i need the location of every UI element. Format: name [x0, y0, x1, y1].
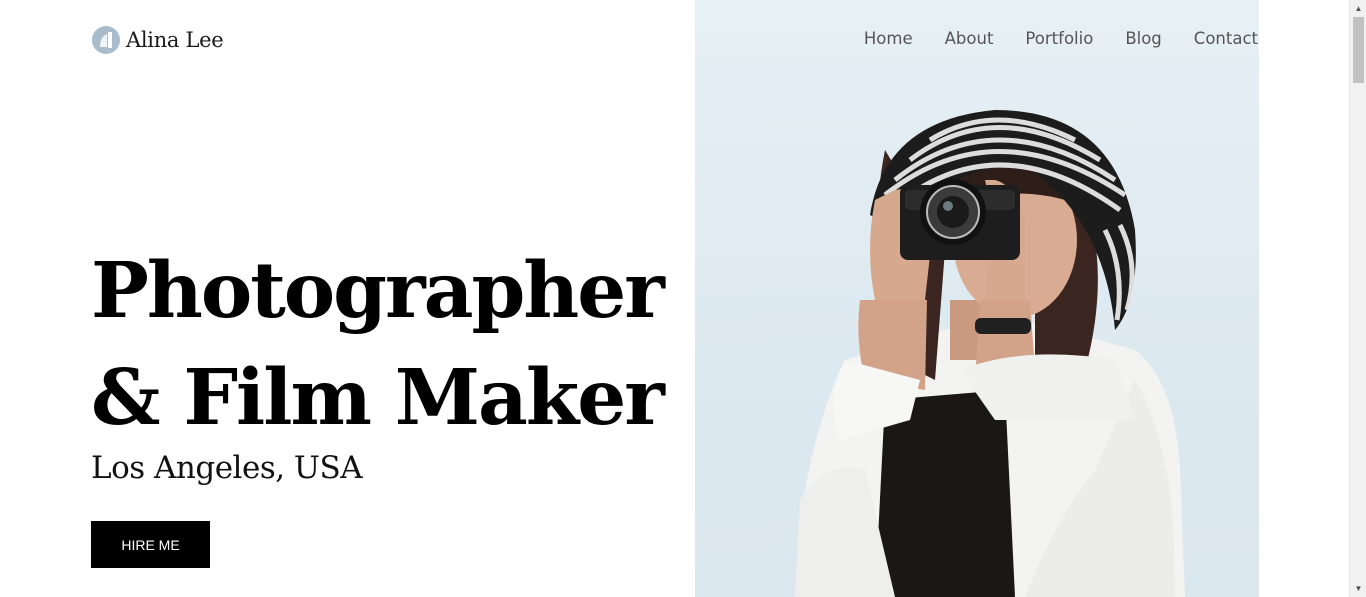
logo-text: Alina Lee	[126, 28, 224, 52]
nav-home-link[interactable]: Home	[864, 29, 913, 49]
headline-line-1: Photographer	[91, 246, 665, 336]
logo-mark-icon	[92, 26, 120, 54]
hero-location: Los Angeles, USA	[91, 450, 363, 486]
nav-portfolio-link[interactable]: Portfolio	[1025, 29, 1093, 49]
scroll-up-arrow-icon[interactable]: ▲	[1350, 0, 1366, 17]
hire-me-button[interactable]: HIRE ME	[91, 521, 210, 568]
nav-blog-link[interactable]: Blog	[1125, 29, 1161, 49]
nav-contact-link[interactable]: Contact	[1194, 29, 1258, 49]
scroll-down-arrow-icon[interactable]: ▼	[1350, 580, 1366, 597]
page-scrollbar[interactable]: ▲ ▼	[1349, 0, 1366, 597]
site-logo[interactable]: Alina Lee	[91, 25, 224, 55]
woman-with-camera-illustration	[795, 110, 1185, 597]
hero-headline: Photographer & Film Maker	[91, 238, 691, 452]
scroll-thumb[interactable]	[1353, 17, 1364, 83]
main-nav: Home About Portfolio Blog Contact	[864, 29, 1258, 49]
headline-line-2: & Film Maker	[91, 353, 665, 443]
nav-about-link[interactable]: About	[945, 29, 994, 49]
hero-photo	[695, 0, 1259, 597]
